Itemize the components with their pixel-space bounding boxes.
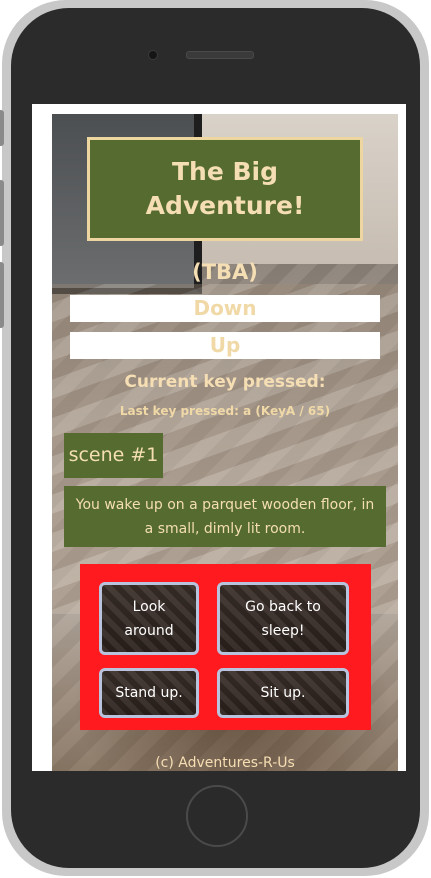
scene-label: scene #1 <box>64 433 163 478</box>
choice-label: Sit up. <box>260 685 306 701</box>
home-button[interactable] <box>186 785 248 847</box>
choice-label: Stand up. <box>115 685 183 701</box>
phone-screen: The Big Adventure! (TBA) Down Up Current… <box>32 104 406 771</box>
direction-up-bar: Up <box>70 332 380 359</box>
mute-switch <box>0 110 4 146</box>
choice-sit-up-button[interactable]: Sit up. <box>217 668 349 718</box>
choice-label: Look around <box>124 598 174 639</box>
choices-panel: Look around Go back to sleep! Stand up. … <box>80 564 371 730</box>
game-title: The Big Adventure! <box>145 157 305 220</box>
choice-stand-up-button[interactable]: Stand up. <box>99 668 199 718</box>
volume-down-button <box>0 262 4 328</box>
volume-up-button <box>0 180 4 246</box>
last-key-label: Last key pressed: a (KeyA / 65) <box>119 404 331 418</box>
current-key-label: Current key pressed: <box>124 372 326 392</box>
camera-icon <box>148 50 158 60</box>
game-viewport: The Big Adventure! (TBA) Down Up Current… <box>52 114 398 771</box>
scene-narrative: You wake up on a parquet wooden floor, i… <box>64 486 386 547</box>
footer-copyright: (c) Adventures-R-Us <box>155 755 295 771</box>
game-title-box: The Big Adventure! <box>87 137 363 241</box>
direction-down-bar: Down <box>70 295 380 322</box>
choice-look-around-button[interactable]: Look around <box>99 582 199 655</box>
speaker-grille <box>186 51 254 59</box>
status-text: (TBA) <box>192 260 258 284</box>
choice-label: Go back to sleep! <box>245 598 321 639</box>
choice-go-back-to-sleep-button[interactable]: Go back to sleep! <box>217 582 349 655</box>
